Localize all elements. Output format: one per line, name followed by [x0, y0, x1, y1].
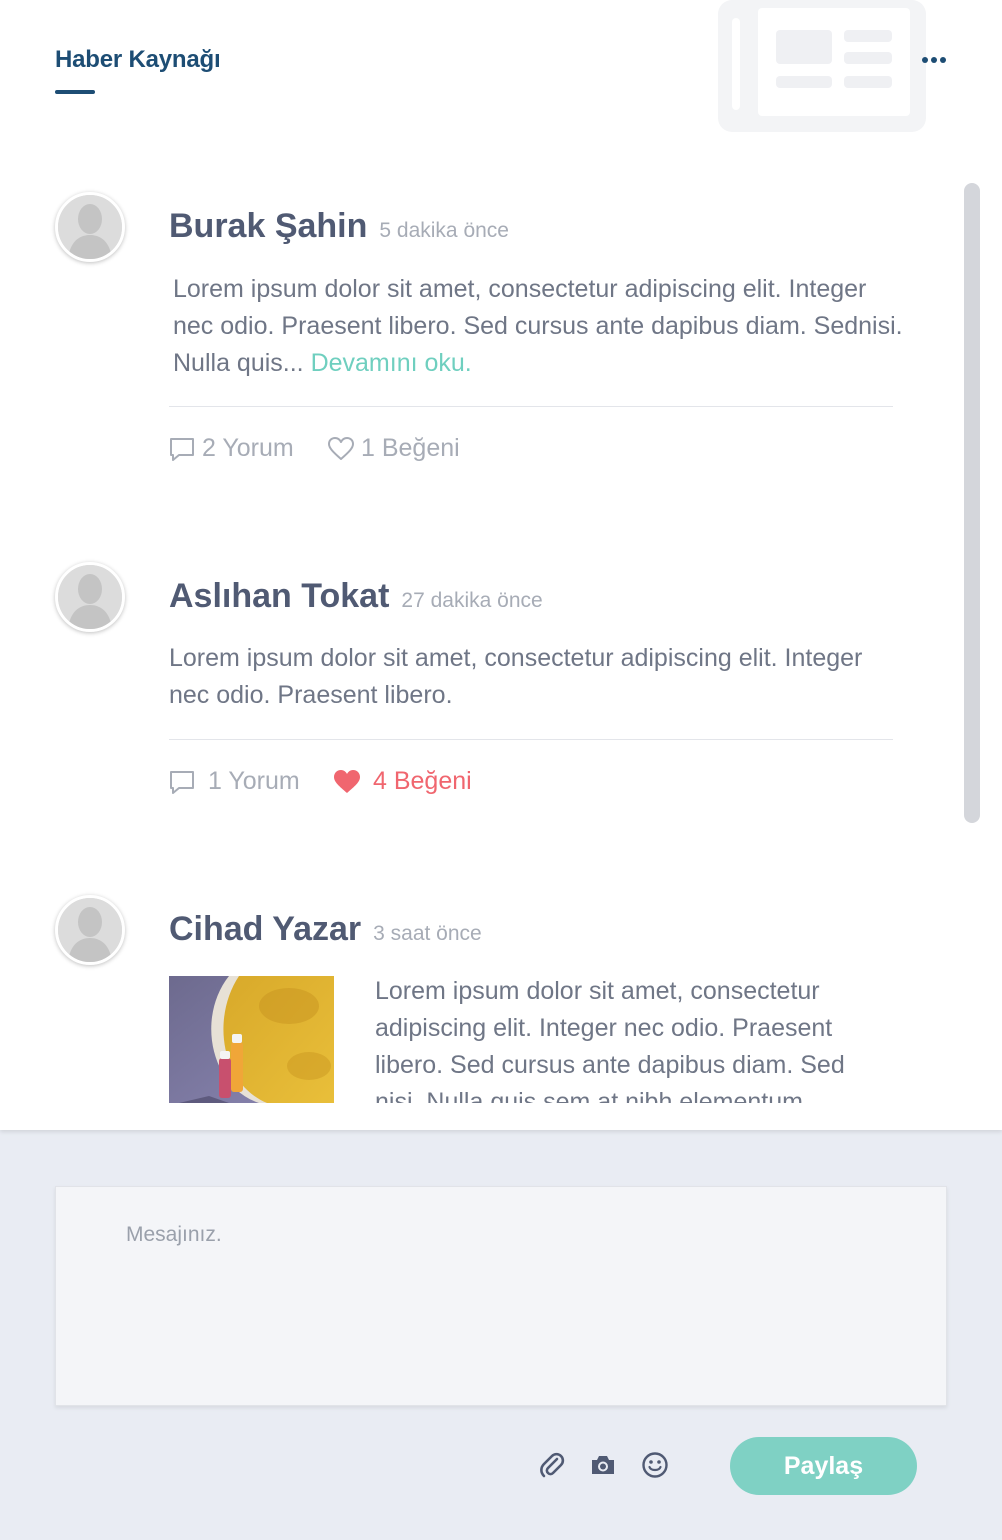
more-dot: [940, 57, 946, 63]
avatar[interactable]: [55, 562, 125, 632]
paperclip-icon: [540, 1452, 565, 1478]
likes-count: 4 Beğeni: [373, 767, 472, 795]
author-name: Burak Şahin: [169, 207, 368, 245]
post-body: Lorem ipsum dolor sit amet, consectetur …: [169, 644, 863, 709]
comments-count: 1 Yorum: [208, 767, 300, 795]
more-dot: [931, 57, 937, 63]
product-photo: [169, 976, 334, 1103]
like-button[interactable]: 1 Beğeni: [327, 434, 460, 463]
more-dot: [922, 57, 928, 63]
post-time: 3 saat önce: [373, 922, 482, 945]
comments-count: 2 Yorum: [202, 434, 294, 462]
news-feed-card: Haber Kaynağı Burak Şahin 5 dakika önce: [0, 0, 1002, 1130]
share-button[interactable]: Paylaş: [730, 1437, 917, 1495]
camera-button[interactable]: [588, 1450, 618, 1480]
user-silhouette-icon: [58, 195, 122, 259]
heart-outline-icon: [328, 436, 354, 460]
more-options-button[interactable]: [914, 48, 954, 72]
smiley-icon: [642, 1452, 668, 1478]
read-more-link[interactable]: Devamını oku.: [311, 349, 472, 377]
like-button[interactable]: 4 Beğeni: [333, 767, 472, 796]
page-title: Haber Kaynağı: [55, 46, 221, 73]
post-author[interactable]: Aslıhan Tokat 27 dakika önce: [169, 577, 543, 616]
post-author[interactable]: Cihad Yazar 3 saat önce: [169, 910, 482, 949]
comment-icon: [170, 437, 194, 461]
comments-button[interactable]: 2 Yorum: [168, 434, 294, 463]
divider: [169, 406, 893, 407]
message-composer: [55, 1186, 947, 1406]
feed-scrollbar[interactable]: [964, 183, 980, 823]
likes-count: 1 Beğeni: [361, 434, 460, 462]
heart-filled-icon: [334, 769, 360, 793]
comments-button[interactable]: 1 Yorum: [168, 767, 300, 796]
avatar[interactable]: [55, 192, 125, 262]
newspaper-icon: [718, 0, 926, 132]
title-underline: [55, 90, 95, 94]
post-body: Lorem ipsum dolor sit amet, consectetur …: [173, 275, 903, 377]
avatar[interactable]: [55, 895, 125, 965]
post-time: 27 dakika önce: [401, 589, 543, 612]
post-image[interactable]: [169, 976, 334, 1103]
author-name: Cihad Yazar: [169, 910, 362, 948]
post-body: Lorem ipsum dolor sit amet, consectetur …: [375, 977, 845, 1103]
divider: [169, 739, 893, 740]
attach-button[interactable]: [537, 1450, 567, 1480]
post-author[interactable]: Burak Şahin 5 dakika önce: [169, 207, 509, 246]
post-time: 5 dakika önce: [379, 219, 509, 242]
user-silhouette-icon: [58, 565, 122, 629]
emoji-button[interactable]: [640, 1450, 670, 1480]
message-input[interactable]: [56, 1187, 946, 1405]
post-text: Lorem ipsum dolor sit amet, consectetur …: [173, 271, 903, 382]
comment-icon: [170, 770, 194, 794]
camera-icon: [592, 1456, 614, 1474]
user-silhouette-icon: [58, 898, 122, 962]
author-name: Aslıhan Tokat: [169, 577, 390, 615]
